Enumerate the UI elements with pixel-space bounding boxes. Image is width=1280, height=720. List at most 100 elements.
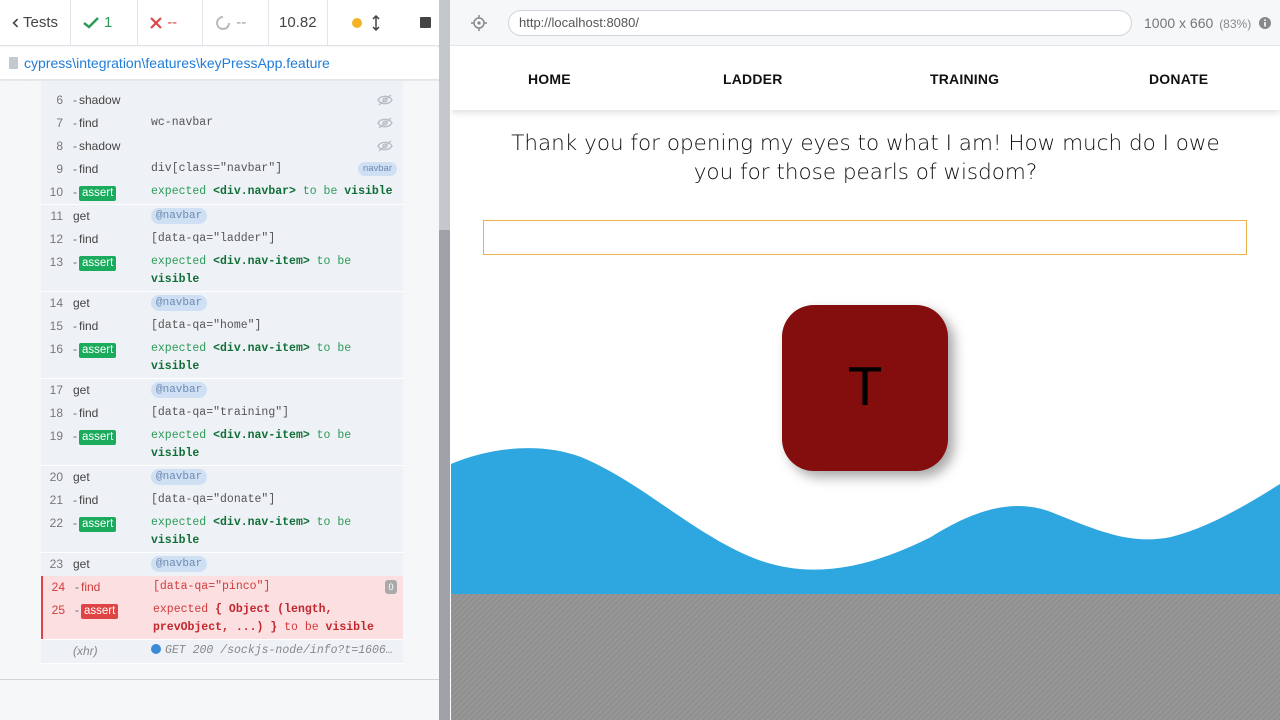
command-message: @navbar [151, 294, 403, 313]
command-row[interactable]: 23 get @navbar [41, 553, 403, 576]
xhr-group: (xhr) GET 200 /sockjs-node/info?t=160619… [41, 640, 403, 664]
command-name-label: shadow [79, 139, 121, 153]
command-row[interactable]: 11 get @navbar [41, 205, 403, 228]
failed-count-value: -- [167, 14, 178, 31]
element-tag-badge: navbar [357, 162, 397, 176]
command-row[interactable]: 20 get @navbar [41, 466, 403, 489]
command-name: - find [75, 580, 101, 594]
failed-count: -- [138, 0, 204, 46]
nav-item-ladder[interactable]: LADDER [723, 71, 783, 87]
eye-off-icon [377, 140, 393, 152]
command-row[interactable]: 10 - assert expected <div.navbar> to be vis… [41, 181, 403, 204]
command-message: expected <div.nav-item> to be visible [151, 340, 403, 376]
nav-item-donate[interactable]: DONATE [1149, 71, 1208, 87]
command-name-label: get [73, 557, 90, 571]
command-row[interactable]: 9- find div[class="navbar"] navbar [41, 158, 403, 181]
command-name: - find [73, 319, 99, 333]
chevron-left-icon [12, 17, 19, 28]
assert-message-part: expected [151, 342, 214, 355]
command-name: get [73, 381, 151, 400]
viewport-info: 1000 x 660 (83%) [1144, 15, 1251, 31]
command-number: 18 [49, 406, 63, 420]
command-row[interactable]: 15 - find [data-qa="home"] [41, 315, 403, 338]
tests-button[interactable]: Tests [0, 0, 71, 46]
command-name-label: get [73, 209, 90, 223]
command-number: 23 [49, 557, 63, 571]
eye-off-icon [377, 117, 393, 129]
command-row[interactable]: 8 - shadow [41, 135, 403, 158]
command-number: 6 [56, 93, 63, 107]
scrollbar-thumb[interactable] [439, 230, 450, 720]
command-number: 11 [50, 209, 63, 223]
command-row[interactable]: 16 - assert expected <div.nav-item> to be v… [41, 338, 403, 378]
assert-message-part: expected [151, 255, 214, 268]
command-name-label: get [73, 296, 90, 310]
file-icon [9, 57, 18, 69]
assert-badge: assert [81, 604, 119, 619]
command-message: [data-qa="training"] [151, 406, 290, 419]
info-icon[interactable] [1259, 16, 1272, 29]
nav-item-home[interactable]: HOME [528, 71, 571, 87]
command-number: 21 [49, 493, 63, 507]
command-name: - assert [75, 601, 153, 637]
command-row[interactable]: 12 - find [data-qa="ladder"] [41, 228, 403, 251]
assert-message-part: to be [309, 255, 352, 268]
command-group: 14 get @navbar 15 - find [data-qa="home"] 16 - as… [41, 292, 403, 379]
command-row[interactable]: 7 - find wc-navbar [41, 112, 403, 135]
command-group: 20 get @navbar 21 - find [data-qa="donate"] 22-… [41, 466, 403, 553]
alias-badge: @navbar [151, 295, 208, 311]
command-list-area: 6- shadow 7- find wc-navbar 8- shadow 9- find div… [0, 81, 439, 679]
command-row[interactable]: 6 - shadow [41, 89, 403, 112]
command-row[interactable]: 22 - assert expected <div.nav-item> to be v… [41, 512, 403, 552]
assert-badge: assert [79, 256, 117, 271]
command-row[interactable]: 13 - assert expected <div.nav-item> to be v… [41, 251, 403, 291]
assert-message-part: <div.nav-item> [213, 429, 310, 442]
command-message: @navbar [151, 207, 403, 226]
xhr-row[interactable]: (xhr) GET 200 /sockjs-node/info?t=160619… [41, 640, 403, 663]
command-name: - find [73, 162, 99, 176]
command-group: 6- shadow 7- find wc-navbar 8- shadow 9- find div… [41, 89, 403, 205]
command-number: 17 [49, 383, 63, 397]
command-row[interactable]: 25 - assert expected { Object (length, prev… [41, 599, 403, 639]
assert-message-part: <div.nav-item> [213, 516, 310, 529]
command-number: 19 [49, 429, 63, 443]
command-row[interactable]: 24 - find [data-qa="pinco"] 0 [41, 576, 403, 599]
command-name: - shadow [73, 139, 121, 153]
command-row[interactable]: 19 - assert expected <div.nav-item> to be v… [41, 425, 403, 465]
reporter-footer [0, 679, 439, 720]
xhr-message-text: GET 200 /sockjs-node/info?t=160619… [165, 644, 403, 657]
nav-item-training[interactable]: TRAINING [930, 71, 999, 87]
command-name-label: find [79, 162, 99, 176]
assert-badge: assert [79, 430, 117, 445]
command-message: wc-navbar [151, 116, 214, 129]
command-name-label: find [79, 319, 99, 333]
assert-message-part: visible [151, 360, 200, 373]
xhr-label: (xhr) [73, 644, 98, 658]
spec-path-link[interactable]: cypress\integration\features\keyPressApp… [24, 55, 330, 71]
command-name-label: find [79, 232, 99, 246]
url-bar[interactable]: http://localhost:8080/ [508, 9, 1132, 36]
assert-message-part: visible [344, 185, 393, 198]
command-name: get [73, 555, 151, 574]
duration: 10.82 [269, 0, 328, 46]
command-name: - assert [73, 253, 151, 289]
assert-message-part: <div.nav-item> [213, 342, 310, 355]
command-row[interactable]: 14 get @navbar [41, 292, 403, 315]
assert-message-part: expected [151, 429, 214, 442]
auto-scroll-icon[interactable] [372, 14, 380, 31]
command-row[interactable]: 17 get @navbar [41, 379, 403, 402]
command-row[interactable]: 21 - find [data-qa="donate"] [41, 489, 403, 512]
command-row[interactable]: 18 - find [data-qa="training"] [41, 402, 403, 425]
selector-playground-icon[interactable] [471, 14, 487, 31]
stop-icon[interactable] [420, 17, 431, 28]
assert-message-part: <div.nav-item> [213, 255, 310, 268]
pending-count: -- [203, 0, 270, 46]
key-text-input[interactable] [483, 220, 1247, 255]
command-name: - find [73, 406, 99, 420]
panel-scrollbar[interactable] [439, 0, 450, 720]
command-message: [data-qa="pinco"] [153, 580, 271, 593]
command-message: @navbar [151, 468, 403, 487]
command-message: expected <div.nav-item> to be visible [151, 253, 403, 289]
assert-message-part: to be [309, 429, 352, 442]
viewport-size: 1000 x 660 [1144, 14, 1214, 31]
